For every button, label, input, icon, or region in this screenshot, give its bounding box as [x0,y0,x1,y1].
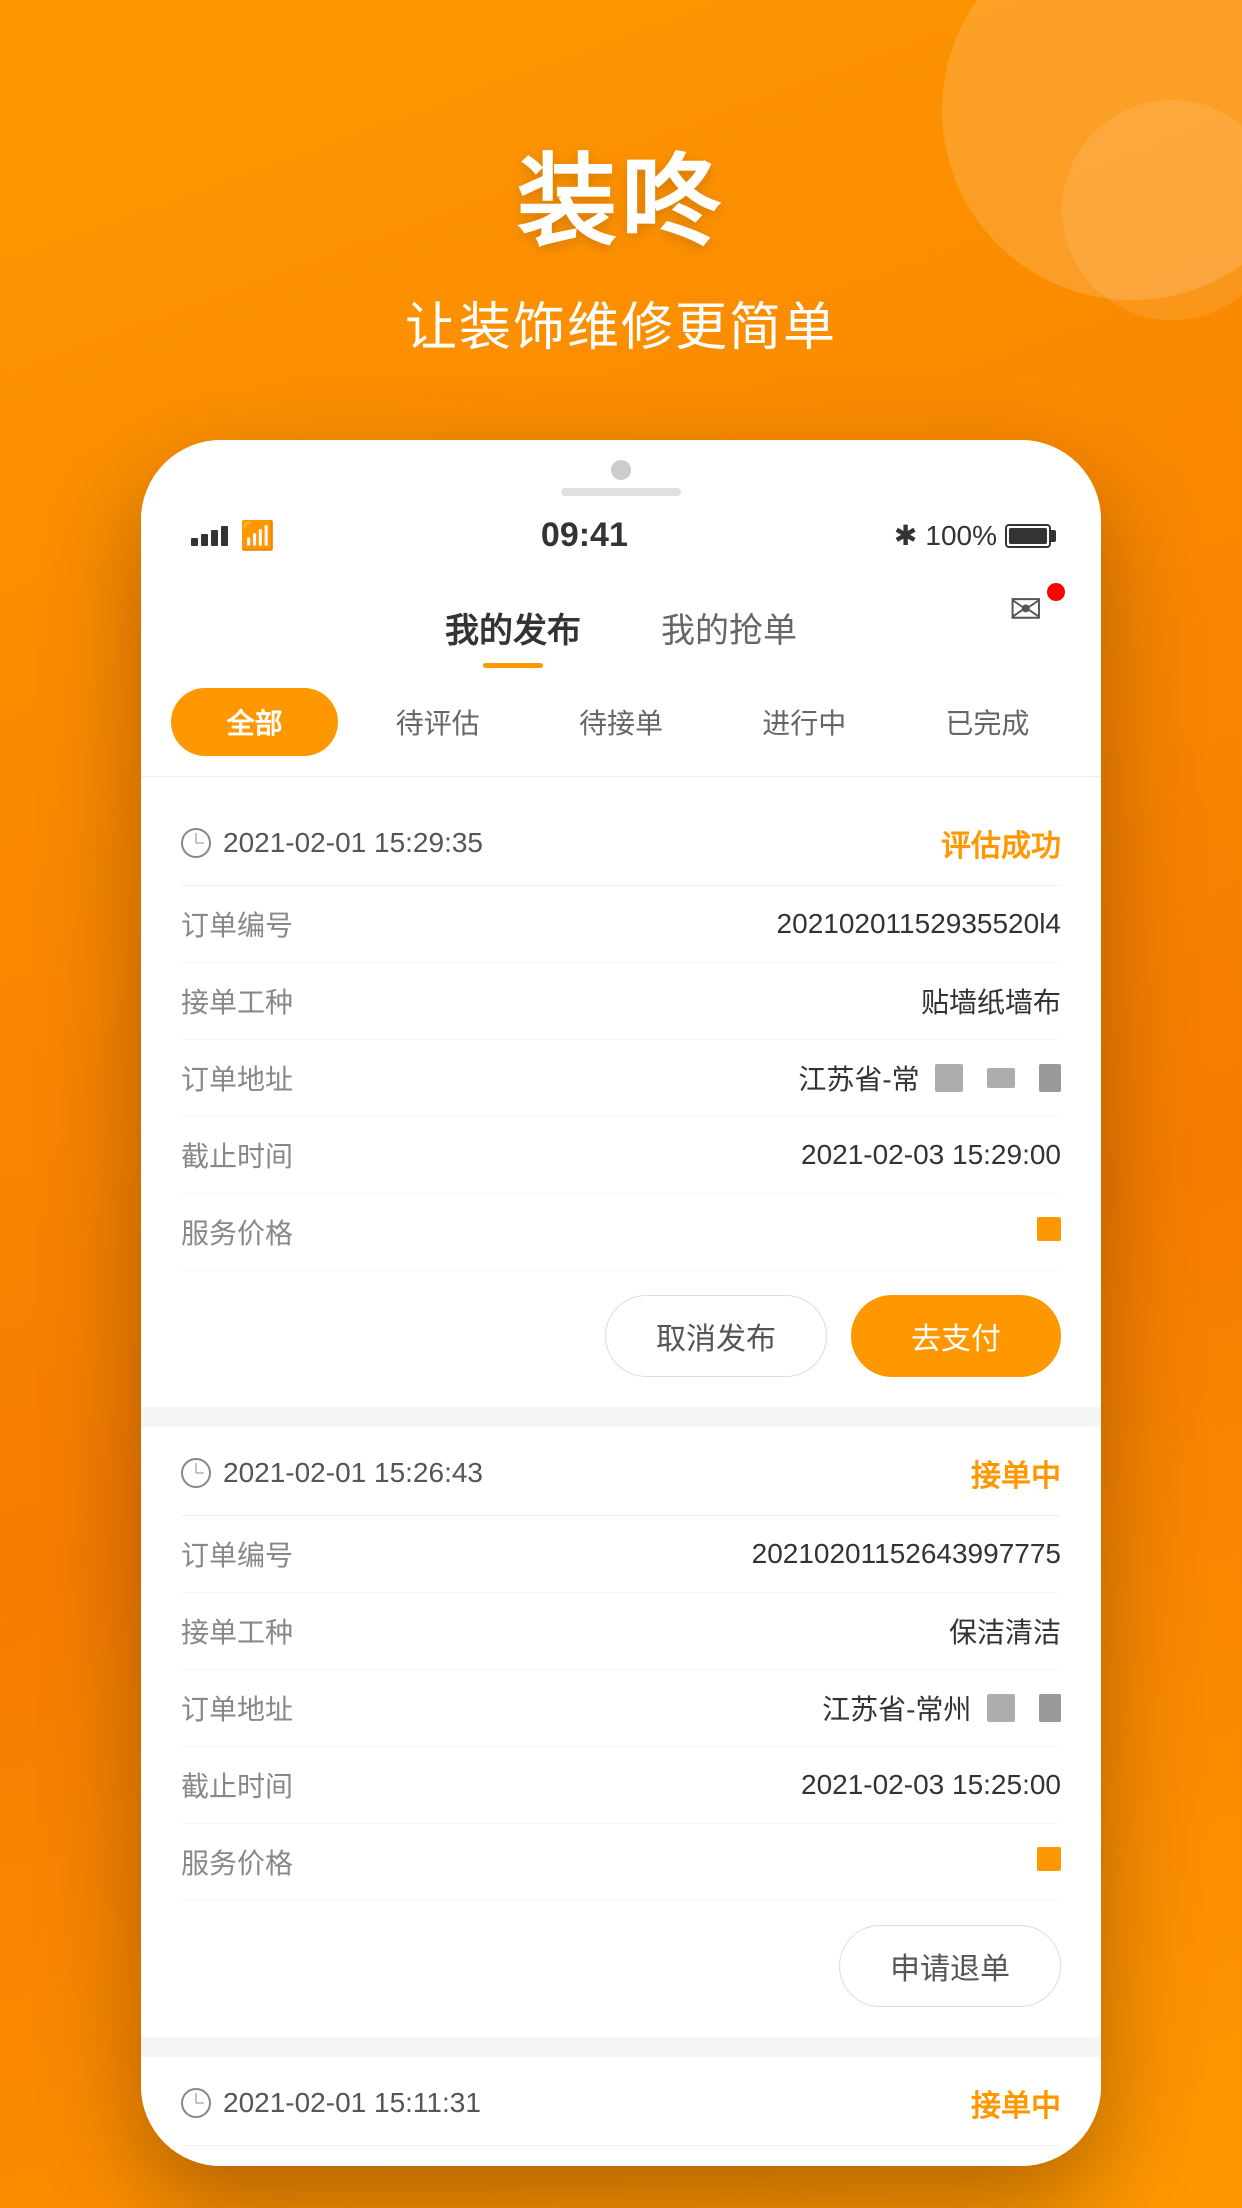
order-row-work-2: 接单工种 保洁清洁 [181,1593,1061,1670]
mail-badge [1047,583,1065,601]
order-row-addr-2: 订单地址 江苏省-常州 [181,1670,1061,1747]
app-title: 装咚 [517,120,725,265]
filter-tab-in-progress[interactable]: 进行中 [721,688,888,756]
order-row-price-1: 服务价格 [181,1194,1061,1271]
price-label-1: 服务价格 [181,1212,293,1252]
tab-my-publish[interactable]: 我的发布 [405,591,621,664]
signal-icon [191,526,228,546]
order-time-3: 2021-02-01 15:11:31 [181,2087,481,2119]
clock-icon-3 [181,2088,211,2118]
order-row-deadline-1: 截止时间 2021-02-03 15:29:00 [181,1117,1061,1194]
price-blur-2 [1037,1847,1061,1871]
status-time: 09:41 [541,516,628,555]
mail-icon-wrap: ✉ [1009,587,1061,631]
filter-tab-pending-eval[interactable]: 待评估 [354,688,521,756]
order-no-value-1: 20210201152935520l4 [777,908,1061,940]
clock-icon-2 [181,1458,211,1488]
deadline-label-2: 截止时间 [181,1765,293,1805]
phone-camera [611,460,631,480]
order-actions-1: 取消发布 去支付 [181,1295,1061,1377]
filter-tabs: 全部 待评估 待接单 进行中 已完成 [141,664,1101,777]
order-status-1: 评估成功 [941,821,1061,865]
deadline-value-2: 2021-02-03 15:25:00 [801,1769,1061,1801]
filter-tab-pending-accept[interactable]: 待接单 [537,688,704,756]
work-type-label-1: 接单工种 [181,981,293,1021]
price-value-2 [1037,1846,1061,1878]
order-card-3: 2021-02-01 15:11:31 接单中 [141,2057,1101,2166]
apply-refund-button-2[interactable]: 申请退单 [839,1925,1061,2007]
tab-my-orders[interactable]: 我的抢单 [621,591,837,664]
price-value-1 [1037,1216,1061,1248]
status-bar: 📶 09:41 ✱ 100% [141,496,1101,571]
addr-blur-1a [935,1064,963,1092]
order-time-text-3: 2021-02-01 15:11:31 [223,2087,481,2119]
orders-container: 2021-02-01 15:29:35 评估成功 订单编号 2021020115… [141,797,1101,2166]
order-actions-2: 申请退单 [181,1925,1061,2007]
bluetooth-icon: ✱ [894,519,917,552]
address-label-1: 订单地址 [181,1058,293,1098]
order-row-addr-1: 订单地址 江苏省-常 [181,1040,1061,1117]
status-right: ✱ 100% [894,519,1051,552]
order-time-text-2: 2021-02-01 15:26:43 [223,1457,483,1489]
go-pay-button-1[interactable]: 去支付 [851,1295,1061,1377]
filter-tab-completed[interactable]: 已完成 [904,688,1071,756]
order-header-1: 2021-02-01 15:29:35 评估成功 [181,797,1061,886]
cancel-publish-button-1[interactable]: 取消发布 [605,1295,827,1377]
order-row-work-1: 接单工种 贴墙纸墙布 [181,963,1061,1040]
status-left: 📶 [191,519,275,552]
address-value-2: 江苏省-常州 [822,1688,1061,1728]
order-row-price-2: 服务价格 [181,1824,1061,1901]
work-type-label-2: 接单工种 [181,1611,293,1651]
phone-top-bar [141,440,1101,496]
order-time-text-1: 2021-02-01 15:29:35 [223,827,483,859]
order-status-3: 接单中 [971,2081,1061,2125]
wifi-icon: 📶 [240,519,275,552]
mail-icon: ✉ [1009,588,1043,632]
filter-tab-all[interactable]: 全部 [171,688,338,756]
addr-blur-2a [987,1694,1015,1722]
order-no-label-2: 订单编号 [181,1534,293,1574]
order-time-2: 2021-02-01 15:26:43 [181,1457,483,1489]
mail-icon-container[interactable]: ✉ [1009,587,1061,631]
work-type-value-2: 保洁清洁 [949,1611,1061,1651]
order-card-2: 2021-02-01 15:26:43 接单中 订单编号 20210201152… [141,1427,1101,2037]
phone-mockup: 📶 09:41 ✱ 100% 我的发布 我的抢单 ✉ 全部 待评估 待接单 进行… [141,440,1101,2166]
order-header-2: 2021-02-01 15:26:43 接单中 [181,1427,1061,1516]
deadline-value-1: 2021-02-03 15:29:00 [801,1139,1061,1171]
order-status-2: 接单中 [971,1451,1061,1495]
order-row-no-1: 订单编号 20210201152935520l4 [181,886,1061,963]
order-row-no-2: 订单编号 20210201152643997775 [181,1516,1061,1593]
order-header-3: 2021-02-01 15:11:31 接单中 [181,2057,1061,2146]
app-header: 装咚 让装饰维修更简单 [405,120,837,360]
order-no-label-1: 订单编号 [181,904,293,944]
order-no-value-2: 20210201152643997775 [752,1538,1061,1570]
deadline-label-1: 截止时间 [181,1135,293,1175]
order-time-1: 2021-02-01 15:29:35 [181,827,483,859]
phone-indicator [561,488,681,496]
app-subtitle: 让装饰维修更简单 [405,285,837,360]
work-type-value-1: 贴墙纸墙布 [921,981,1061,1021]
clock-icon-1 [181,828,211,858]
order-row-deadline-2: 截止时间 2021-02-03 15:25:00 [181,1747,1061,1824]
price-label-2: 服务价格 [181,1842,293,1882]
address-value-1: 江苏省-常 [798,1058,1061,1098]
addr-blur-1c [1039,1064,1061,1092]
battery-icon [1005,524,1051,548]
battery-text: 100% [925,520,997,552]
address-label-2: 订单地址 [181,1688,293,1728]
price-blur-1 [1037,1217,1061,1241]
app-nav: 我的发布 我的抢单 ✉ [141,571,1101,664]
addr-blur-1b [987,1068,1015,1088]
addr-blur-2b [1039,1694,1061,1722]
order-card-1: 2021-02-01 15:29:35 评估成功 订单编号 2021020115… [141,797,1101,1407]
